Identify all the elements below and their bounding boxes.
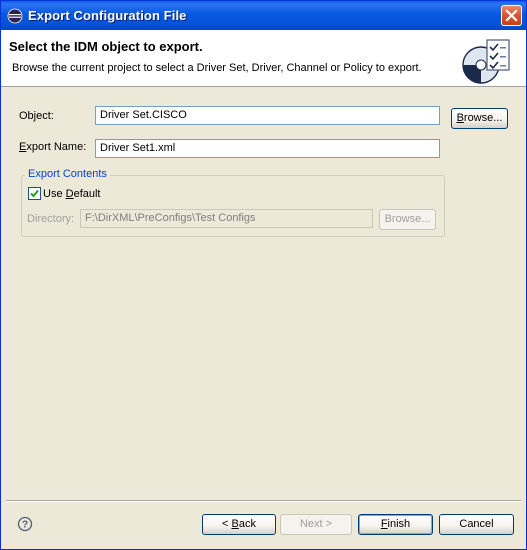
svg-text:?: ?	[22, 520, 28, 531]
title-bar[interactable]: Export Configuration File	[1, 1, 526, 30]
export-name-label: Export Name:	[19, 141, 87, 153]
export-wizard-icon	[462, 39, 510, 84]
eclipse-icon	[7, 8, 23, 24]
use-default-label[interactable]: Use Default	[43, 188, 101, 200]
use-default-checkbox[interactable]	[28, 187, 41, 200]
export-contents-legend: Export Contents	[25, 168, 110, 180]
object-browse-button[interactable]: Browse...	[451, 108, 508, 129]
directory-browse-button[interactable]: Browse...	[379, 209, 436, 230]
directory-field[interactable]: F:\DirXML\PreConfigs\Test Configs	[80, 209, 373, 228]
close-button[interactable]	[501, 5, 522, 26]
checkmark-icon	[30, 189, 39, 198]
banner-title: Select the IDM object to export.	[9, 39, 203, 54]
export-dialog: Export Configuration File Select the IDM…	[0, 0, 527, 550]
help-icon[interactable]: ?	[17, 516, 33, 532]
banner-description: Browse the current project to select a D…	[12, 62, 422, 74]
wizard-banner: Select the IDM object to export. Browse …	[1, 30, 526, 87]
object-label: Object:	[19, 110, 54, 122]
window-title: Export Configuration File	[28, 8, 187, 23]
next-button[interactable]: Next >	[280, 514, 352, 535]
close-icon	[505, 9, 518, 22]
footer-separator	[6, 500, 521, 502]
back-button[interactable]: < Back	[202, 514, 276, 535]
export-name-field[interactable]: Driver Set1.xml	[95, 139, 440, 158]
directory-label: Directory:	[27, 213, 75, 225]
cancel-button[interactable]: Cancel	[439, 514, 514, 535]
object-field[interactable]: Driver Set.CISCO	[95, 106, 440, 125]
finish-button[interactable]: Finish	[358, 514, 433, 535]
